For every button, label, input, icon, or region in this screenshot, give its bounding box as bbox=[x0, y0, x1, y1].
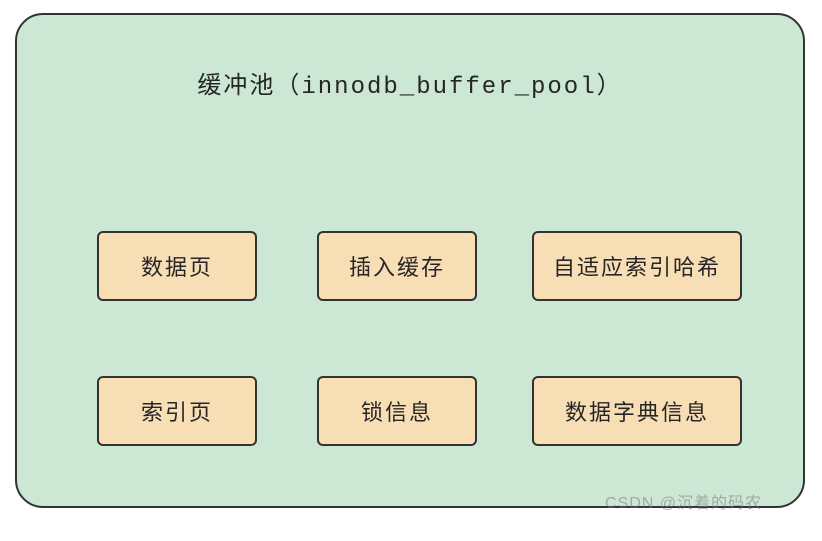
box-adaptive-hash: 自适应索引哈希 bbox=[532, 231, 742, 301]
box-dict-info: 数据字典信息 bbox=[532, 376, 742, 446]
box-index-page: 索引页 bbox=[97, 376, 257, 446]
buffer-pool-container: 缓冲池（innodb_buffer_pool） 数据页 插入缓存 自适应索引哈希… bbox=[15, 13, 805, 508]
diagram-title: 缓冲池（innodb_buffer_pool） bbox=[17, 65, 803, 101]
box-lock-info: 锁信息 bbox=[317, 376, 477, 446]
box-insert-cache: 插入缓存 bbox=[317, 231, 477, 301]
box-data-page: 数据页 bbox=[97, 231, 257, 301]
boxes-group: 数据页 插入缓存 自适应索引哈希 索引页 锁信息 数据字典信息 bbox=[17, 101, 803, 541]
